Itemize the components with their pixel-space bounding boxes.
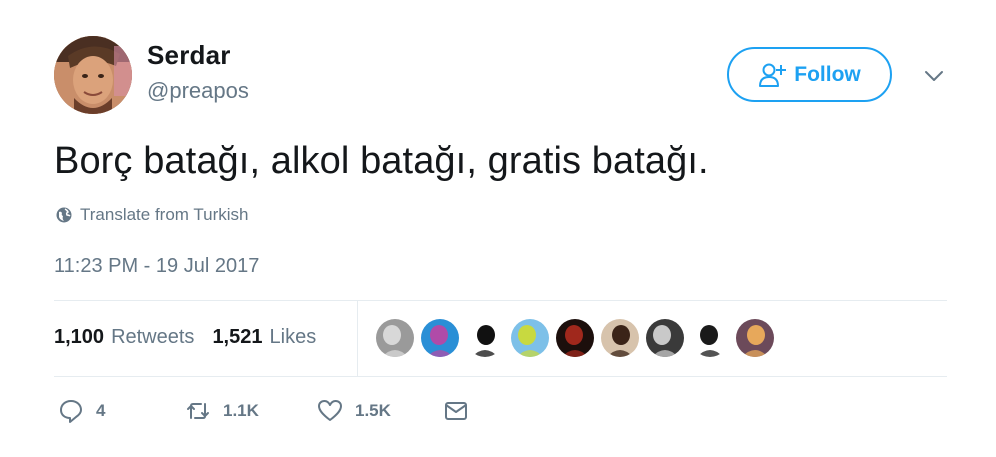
heart-icon [318, 400, 342, 421]
author-display-name[interactable]: Serdar [147, 40, 231, 71]
like-button[interactable]: 1.5K [317, 398, 443, 424]
follow-button[interactable]: Follow [727, 47, 892, 102]
liker-avatar-6-icon [601, 319, 639, 357]
tweet-actions: 4 1.1K 1.5K [58, 398, 469, 424]
stats-divider-bottom [54, 376, 947, 377]
user-avatar-icon [54, 36, 132, 114]
stats-divider-top [54, 300, 947, 301]
liker-avatar-8-icon [691, 319, 729, 357]
liker-avatar[interactable] [421, 319, 459, 357]
tweet-stats: 1,100 Retweets 1,521 Likes [54, 326, 316, 349]
globe-icon [56, 207, 72, 223]
likes-count: 1,521 [212, 326, 263, 348]
direct-message-button[interactable] [443, 398, 469, 424]
liker-avatar[interactable] [556, 319, 594, 357]
liker-avatar[interactable] [376, 319, 414, 357]
likes-stat[interactable]: 1,521 Likes [212, 326, 316, 349]
stats-vertical-divider [357, 301, 358, 376]
liker-avatar[interactable] [511, 319, 549, 357]
liker-avatar-2-icon [421, 319, 459, 357]
retweets-stat[interactable]: 1,100 Retweets [54, 326, 194, 349]
likes-label: Likes [269, 326, 317, 348]
translate-label: Translate from Turkish [80, 205, 249, 224]
translate-link[interactable]: Translate from Turkish [56, 205, 248, 225]
retweets-label: Retweets [111, 326, 195, 348]
liker-avatar-1-icon [376, 319, 414, 357]
liker-avatar[interactable] [691, 319, 729, 357]
liker-avatar[interactable] [646, 319, 684, 357]
retweets-count: 1,100 [54, 326, 105, 348]
liker-avatar-4-icon [511, 319, 549, 357]
liker-avatar-9-icon [736, 319, 774, 357]
liker-avatar[interactable] [736, 319, 774, 357]
retweet-icon [187, 403, 209, 419]
retweet-button[interactable]: 1.1K [185, 398, 317, 424]
follow-button-label: Follow [794, 62, 861, 86]
reply-button[interactable]: 4 [58, 398, 185, 424]
add-user-icon [759, 63, 787, 87]
envelope-icon [445, 402, 467, 420]
liker-avatar-7-icon [646, 319, 684, 357]
tweet-card: Serdar @preapos Follow Borç batağı, alko… [0, 0, 996, 457]
reply-count: 4 [96, 401, 106, 420]
likers-avatars [376, 319, 774, 357]
tweet-menu-button[interactable] [922, 64, 946, 88]
author-handle[interactable]: @preapos [147, 78, 249, 104]
tweet-text: Borç batağı, alkol batağı, gratis batağı… [54, 140, 709, 182]
liker-avatar-5-icon [556, 319, 594, 357]
tweet-timestamp[interactable]: 11:23 PM - 19 Jul 2017 [54, 255, 259, 278]
liker-avatar[interactable] [601, 319, 639, 357]
reply-icon [60, 400, 82, 423]
chevron-down-icon [925, 71, 943, 81]
retweet-count: 1.1K [223, 401, 259, 420]
liker-avatar[interactable] [466, 319, 504, 357]
liker-avatar-3-icon [466, 319, 504, 357]
author-avatar[interactable] [54, 36, 132, 114]
like-count: 1.5K [355, 401, 391, 420]
